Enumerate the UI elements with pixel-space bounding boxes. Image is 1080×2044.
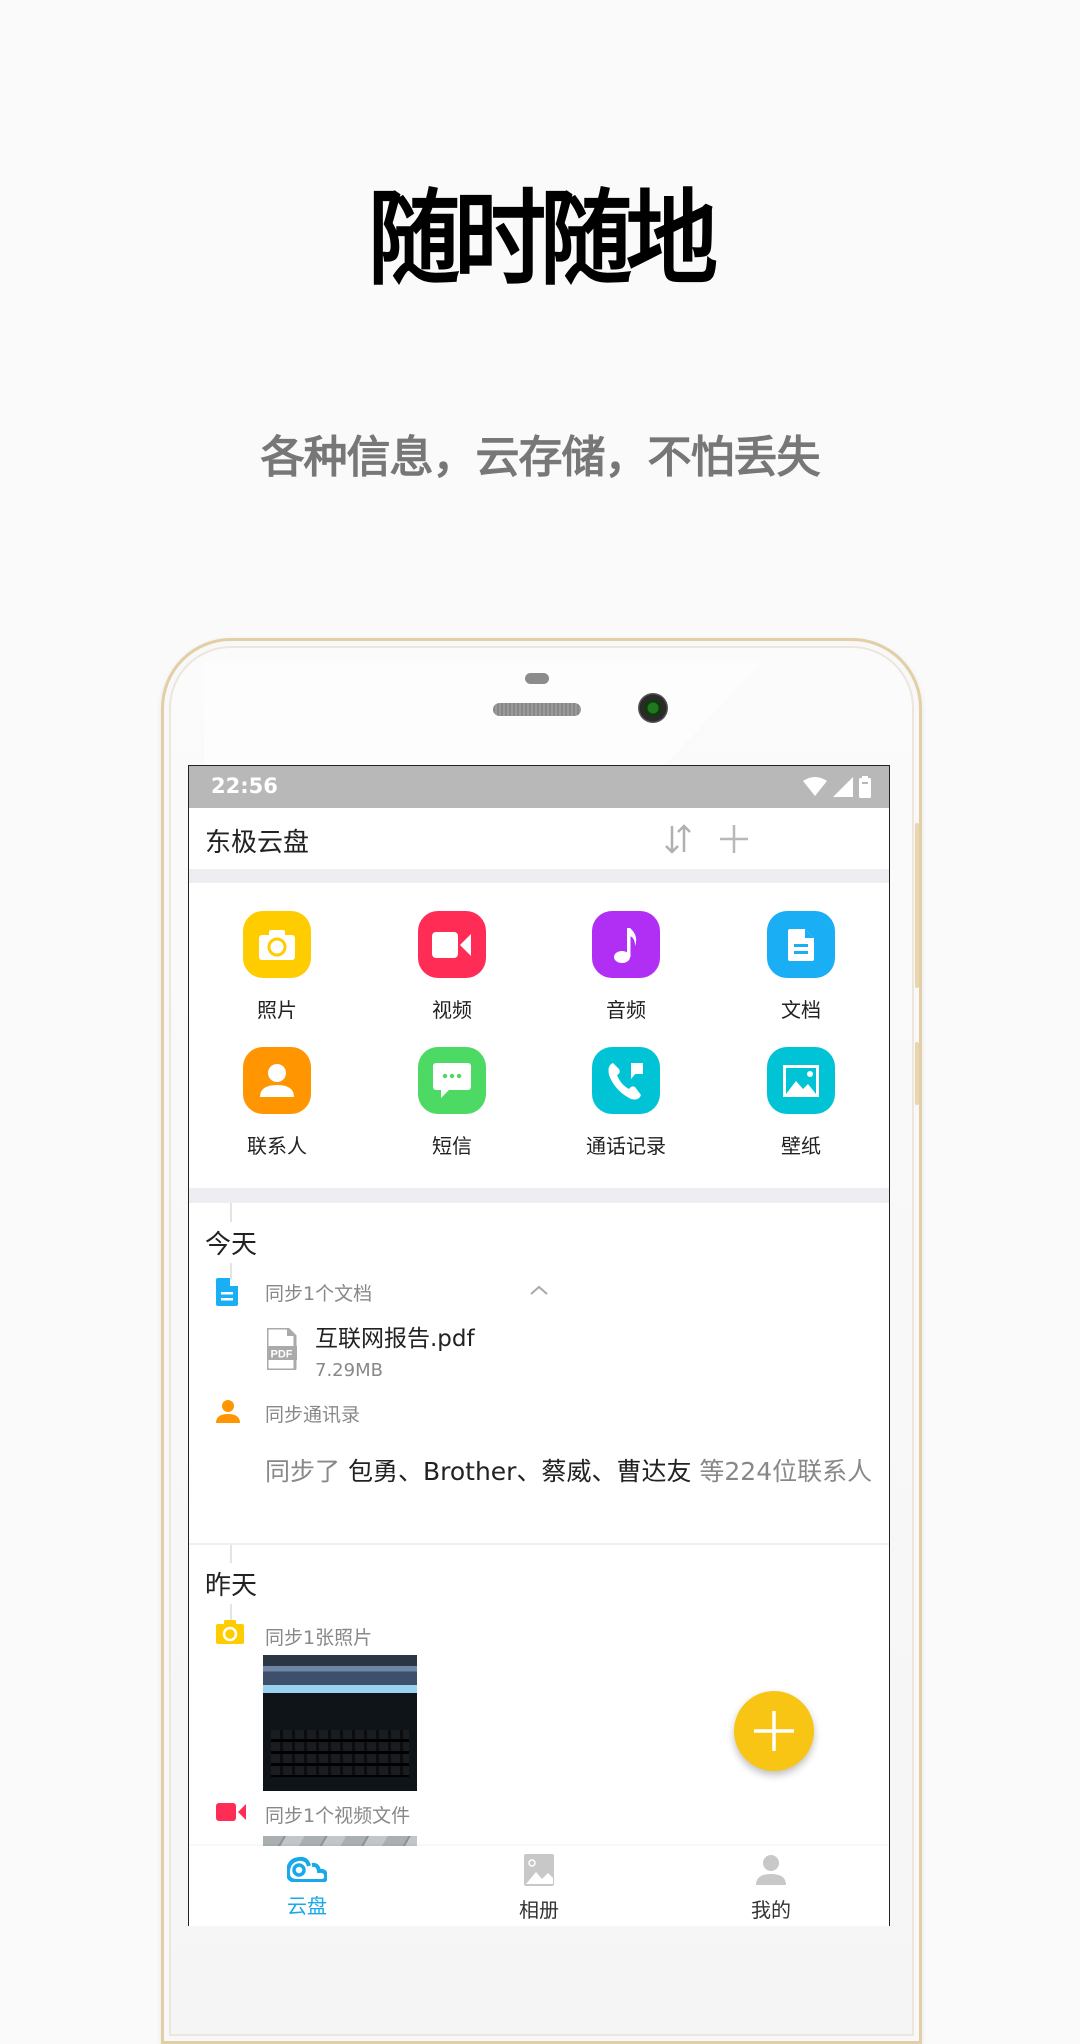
video-icon xyxy=(418,911,486,978)
nav-tab-album[interactable]: 相册 xyxy=(479,1854,599,1923)
collapse-chevron-icon[interactable] xyxy=(529,1281,549,1300)
video-icon xyxy=(216,1803,246,1825)
battery-icon xyxy=(859,776,871,798)
sort-button[interactable] xyxy=(661,822,695,856)
section-separator xyxy=(189,1188,889,1203)
proximity-sensor xyxy=(525,673,549,684)
nav-tab-cloud[interactable]: 云盘 xyxy=(247,1854,367,1919)
camera-icon xyxy=(216,1620,244,1648)
camera-icon xyxy=(243,911,311,978)
profile-icon xyxy=(756,1855,786,1885)
sort-arrows-icon xyxy=(665,824,691,854)
sync-photo-text: 同步1张照片 xyxy=(265,1627,373,1649)
music-note-icon xyxy=(592,911,660,978)
phone-screen: 22:56 东极云盘 照片 视频 音频 文档 联系人 短信 通话记录 壁纸 今天… xyxy=(188,765,890,1926)
category-documents[interactable]: 文档 xyxy=(731,911,871,1023)
power-button xyxy=(915,1042,919,1105)
promo-subtitle: 各种信息，云存储，不怕丢失 xyxy=(260,432,821,483)
album-icon xyxy=(524,1854,554,1886)
wifi-icon xyxy=(803,777,827,796)
status-time: 22:56 xyxy=(211,774,278,798)
promo-title: 随时随地 xyxy=(367,179,718,300)
document-icon xyxy=(216,1278,238,1310)
add-button[interactable] xyxy=(717,822,751,856)
bottom-nav: 云盘 相册 我的 xyxy=(189,1846,889,1926)
category-call-log[interactable]: 通话记录 xyxy=(556,1047,696,1159)
cloud-icon xyxy=(285,1856,329,1883)
day-divider xyxy=(189,1543,889,1545)
sync-video-text: 同步1个视频文件 xyxy=(265,1805,411,1827)
plus-icon xyxy=(754,1711,794,1751)
category-audio[interactable]: 音频 xyxy=(556,911,696,1023)
contact-icon xyxy=(216,1399,240,1427)
file-size: 7.29MB xyxy=(315,1360,383,1381)
pdf-file-icon: PDF xyxy=(265,1326,298,1374)
document-icon xyxy=(767,911,835,978)
status-bar: 22:56 xyxy=(189,766,889,808)
category-photos[interactable]: 照片 xyxy=(207,911,347,1023)
signal-icon xyxy=(833,777,853,797)
front-camera xyxy=(638,693,668,723)
category-grid: 照片 视频 音频 文档 联系人 短信 通话记录 壁纸 xyxy=(189,883,889,1295)
phone-glare xyxy=(204,661,764,766)
category-messages[interactable]: 短信 xyxy=(382,1047,522,1159)
app-title: 东极云盘 xyxy=(205,828,310,858)
earpiece-speaker xyxy=(493,703,581,716)
volume-button xyxy=(915,823,919,988)
category-wallpaper[interactable]: 壁纸 xyxy=(731,1047,871,1159)
sync-doc-text: 同步1个文档 xyxy=(265,1283,373,1305)
category-contacts[interactable]: 联系人 xyxy=(207,1047,347,1159)
svg-text:PDF: PDF xyxy=(271,1349,293,1361)
message-icon xyxy=(418,1047,486,1114)
contact-icon xyxy=(243,1047,311,1114)
call-log-icon xyxy=(592,1047,660,1114)
file-name[interactable]: 互联网报告.pdf xyxy=(315,1319,475,1353)
add-fab-button[interactable] xyxy=(734,1691,814,1771)
category-videos[interactable]: 视频 xyxy=(382,911,522,1023)
contact-names: 包勇、Brother、蔡威、曹达友 xyxy=(347,1457,692,1486)
plus-icon xyxy=(720,825,748,853)
sync-contacts-text: 同步通讯录 xyxy=(265,1404,361,1426)
app-bar: 东极云盘 xyxy=(189,808,889,869)
nav-tab-profile[interactable]: 我的 xyxy=(711,1854,831,1923)
photo-thumbnail[interactable] xyxy=(263,1655,417,1791)
day-label-today: 今天 xyxy=(205,1222,258,1263)
day-label-yesterday: 昨天 xyxy=(205,1563,258,1604)
photo-content xyxy=(271,1729,409,1778)
wallpaper-icon xyxy=(767,1047,835,1114)
section-separator xyxy=(189,869,889,883)
contacts-summary[interactable]: 同步了 包勇、Brother、蔡威、曹达友 等224位联系人 xyxy=(265,1456,875,1488)
